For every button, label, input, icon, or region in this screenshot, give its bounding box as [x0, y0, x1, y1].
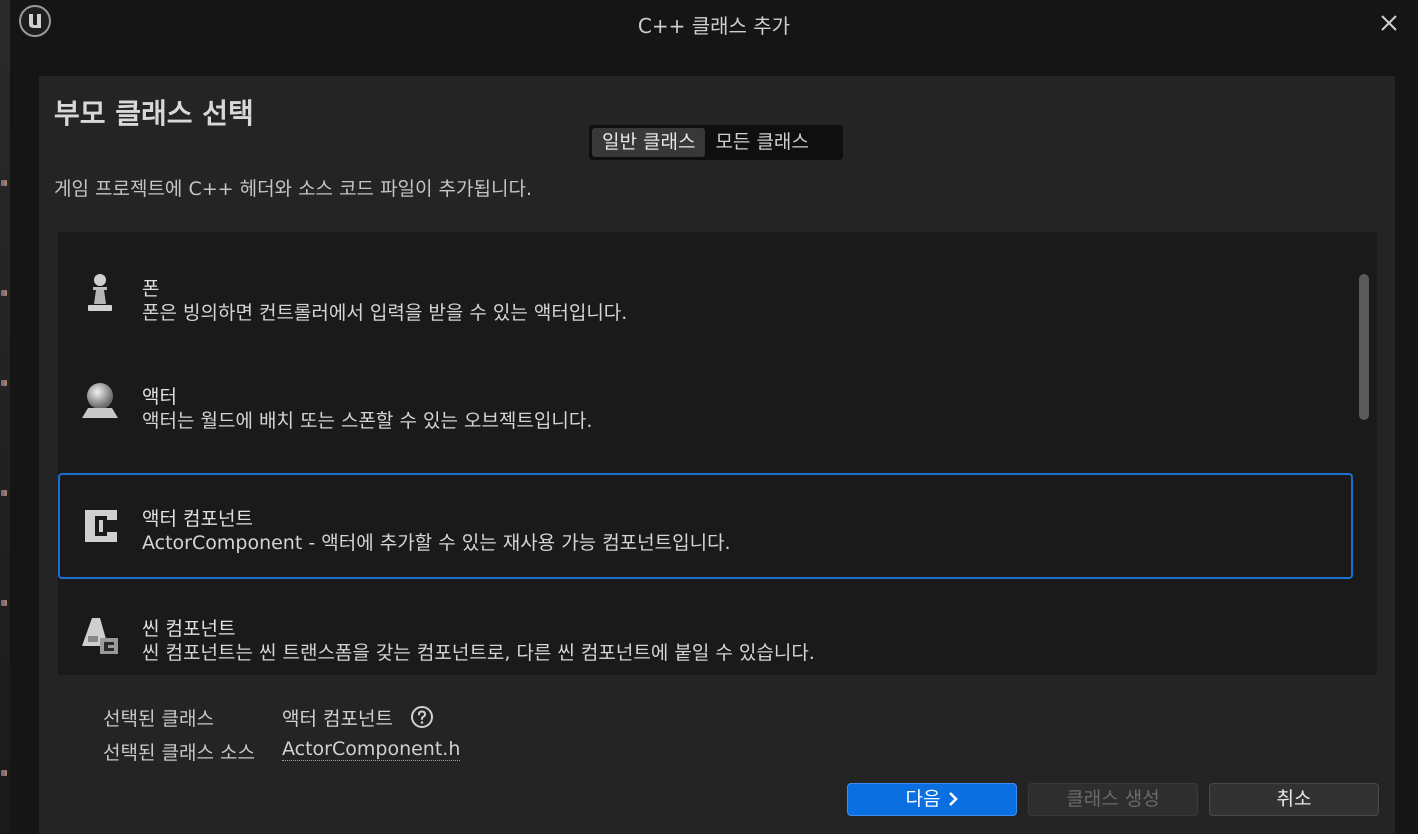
desktop-glint: [1, 490, 7, 496]
close-button[interactable]: [1374, 8, 1404, 38]
window-title: C++ 클래스 추가: [637, 14, 791, 38]
selected-class-source-label: 선택된 클래스 소스: [103, 742, 255, 764]
list-item-pawn[interactable]: 폰 폰은 빙의하면 컨트롤러에서 입력을 받을 수 있는 액터입니다.: [58, 242, 1353, 348]
desktop-glint: [1, 770, 7, 776]
list-item-scene-component[interactable]: 씬 컴포넌트 씬 컴포넌트는 씬 트랜스폼을 갖는 컴포넌트로, 다른 씬 컴포…: [58, 582, 1353, 675]
class-list: 폰 폰은 빙의하면 컨트롤러에서 입력을 받을 수 있는 액터입니다. 액터 액…: [58, 232, 1377, 675]
actor-component-icon: [79, 504, 123, 548]
panel-description: 게임 프로젝트에 C++ 헤더와 소스 코드 파일이 추가됩니다.: [54, 178, 532, 200]
next-button[interactable]: 다음: [847, 783, 1017, 816]
choose-parent-class-panel: 부모 클래스 선택 일반 클래스 모든 클래스 게임 프로젝트에 C++ 헤더와…: [39, 76, 1395, 834]
pawn-icon: [78, 272, 122, 316]
tab-all-classes[interactable]: 모든 클래스: [705, 128, 818, 157]
desktop-glint: [1, 600, 7, 606]
selected-class-source-link[interactable]: ActorComponent.h: [282, 738, 461, 761]
next-button-label: 다음: [905, 788, 941, 810]
class-description: 폰은 빙의하면 컨트롤러에서 입력을 받을 수 있는 액터입니다.: [142, 302, 628, 324]
chevron-right-icon: [948, 792, 958, 806]
list-item-actor[interactable]: 액터 액터는 월드에 배치 또는 스폰할 수 있는 오브젝트입니다.: [58, 350, 1353, 456]
class-name: 씬 컴포넌트: [142, 618, 236, 640]
class-list-scrollbar[interactable]: [1359, 274, 1369, 420]
create-class-button[interactable]: 클래스 생성: [1028, 783, 1198, 816]
desktop-glint: [1, 380, 7, 386]
class-name: 액터 컴포넌트: [142, 508, 253, 530]
selected-class-value: 액터 컴포넌트: [282, 708, 393, 730]
help-icon[interactable]: [410, 705, 434, 729]
selected-class-label: 선택된 클래스: [103, 708, 214, 730]
class-name: 액터: [142, 386, 177, 408]
add-cpp-class-dialog: C++ 클래스 추가 부모 클래스 선택 일반 클래스 모든 클래스 게임 프로…: [10, 0, 1418, 834]
actor-sphere-icon: [78, 380, 122, 424]
class-description: ActorComponent - 액터에 추가할 수 있는 재사용 가능 컴포넌…: [142, 532, 731, 554]
panel-title: 부모 클래스 선택: [54, 97, 254, 130]
list-item-actor-component[interactable]: 액터 컴포넌트 ActorComponent - 액터에 추가할 수 있는 재사…: [58, 473, 1353, 579]
desktop-glint: [1, 180, 7, 186]
class-description: 액터는 월드에 배치 또는 스폰할 수 있는 오브젝트입니다.: [142, 410, 593, 432]
scene-component-icon: [78, 612, 122, 656]
class-name: 폰: [142, 278, 160, 300]
title-bar[interactable]: C++ 클래스 추가: [10, 0, 1418, 46]
desktop-glint: [1, 290, 7, 296]
tab-common-classes[interactable]: 일반 클래스: [592, 128, 706, 157]
cancel-button[interactable]: 취소: [1209, 783, 1379, 816]
class-filter-toggle: 일반 클래스 모든 클래스: [589, 125, 843, 160]
close-icon: [1381, 15, 1397, 31]
class-description: 씬 컴포넌트는 씬 트랜스폼을 갖는 컴포넌트로, 다른 씬 컴포넌트에 붙일 …: [142, 642, 815, 664]
